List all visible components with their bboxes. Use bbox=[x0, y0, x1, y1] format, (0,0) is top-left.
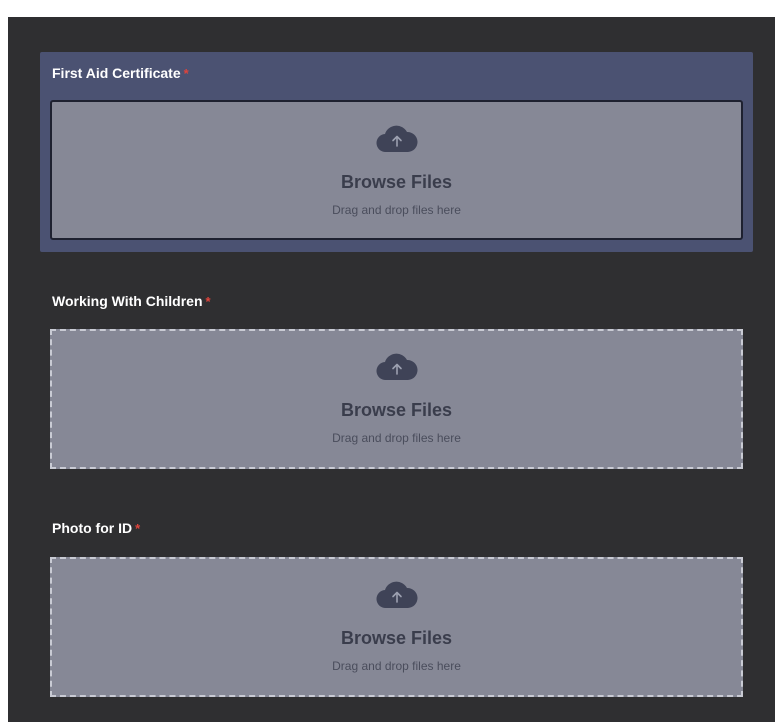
cloud-upload-icon bbox=[375, 125, 418, 153]
field-label-text: Photo for ID bbox=[52, 520, 133, 536]
required-asterisk: * bbox=[205, 294, 211, 309]
field-first-aid-certificate: First Aid Certificate * Browse Files Drag… bbox=[40, 52, 753, 252]
browse-files-button[interactable]: Browse Files bbox=[52, 400, 741, 421]
drag-drop-hint: Drag and drop files here bbox=[332, 431, 461, 445]
cloud-upload-icon bbox=[375, 581, 418, 609]
required-asterisk: * bbox=[135, 521, 141, 536]
field-label: Photo for ID * bbox=[52, 520, 140, 536]
file-dropzone[interactable]: Browse Files Drag and drop files here bbox=[50, 100, 743, 240]
field-working-with-children: Working With Children * Browse Files Drag… bbox=[40, 279, 753, 479]
required-asterisk: * bbox=[183, 66, 189, 81]
field-label: Working With Children * bbox=[52, 293, 211, 309]
field-photo-for-id: Photo for ID * Browse Files Drag and drop… bbox=[40, 507, 753, 707]
browse-files-button[interactable]: Browse Files bbox=[52, 628, 741, 649]
field-label: First Aid Certificate * bbox=[52, 65, 189, 81]
field-label-text: First Aid Certificate bbox=[52, 65, 181, 81]
field-label-text: Working With Children bbox=[52, 293, 203, 309]
file-dropzone[interactable]: Browse Files Drag and drop files here bbox=[50, 557, 743, 697]
cloud-upload-icon bbox=[375, 353, 418, 381]
browse-files-button[interactable]: Browse Files bbox=[52, 172, 741, 193]
drag-drop-hint: Drag and drop files here bbox=[332, 659, 461, 673]
drag-drop-hint: Drag and drop files here bbox=[332, 203, 461, 217]
file-dropzone[interactable]: Browse Files Drag and drop files here bbox=[50, 329, 743, 469]
upload-form-panel: First Aid Certificate * Browse Files Drag… bbox=[8, 17, 775, 722]
